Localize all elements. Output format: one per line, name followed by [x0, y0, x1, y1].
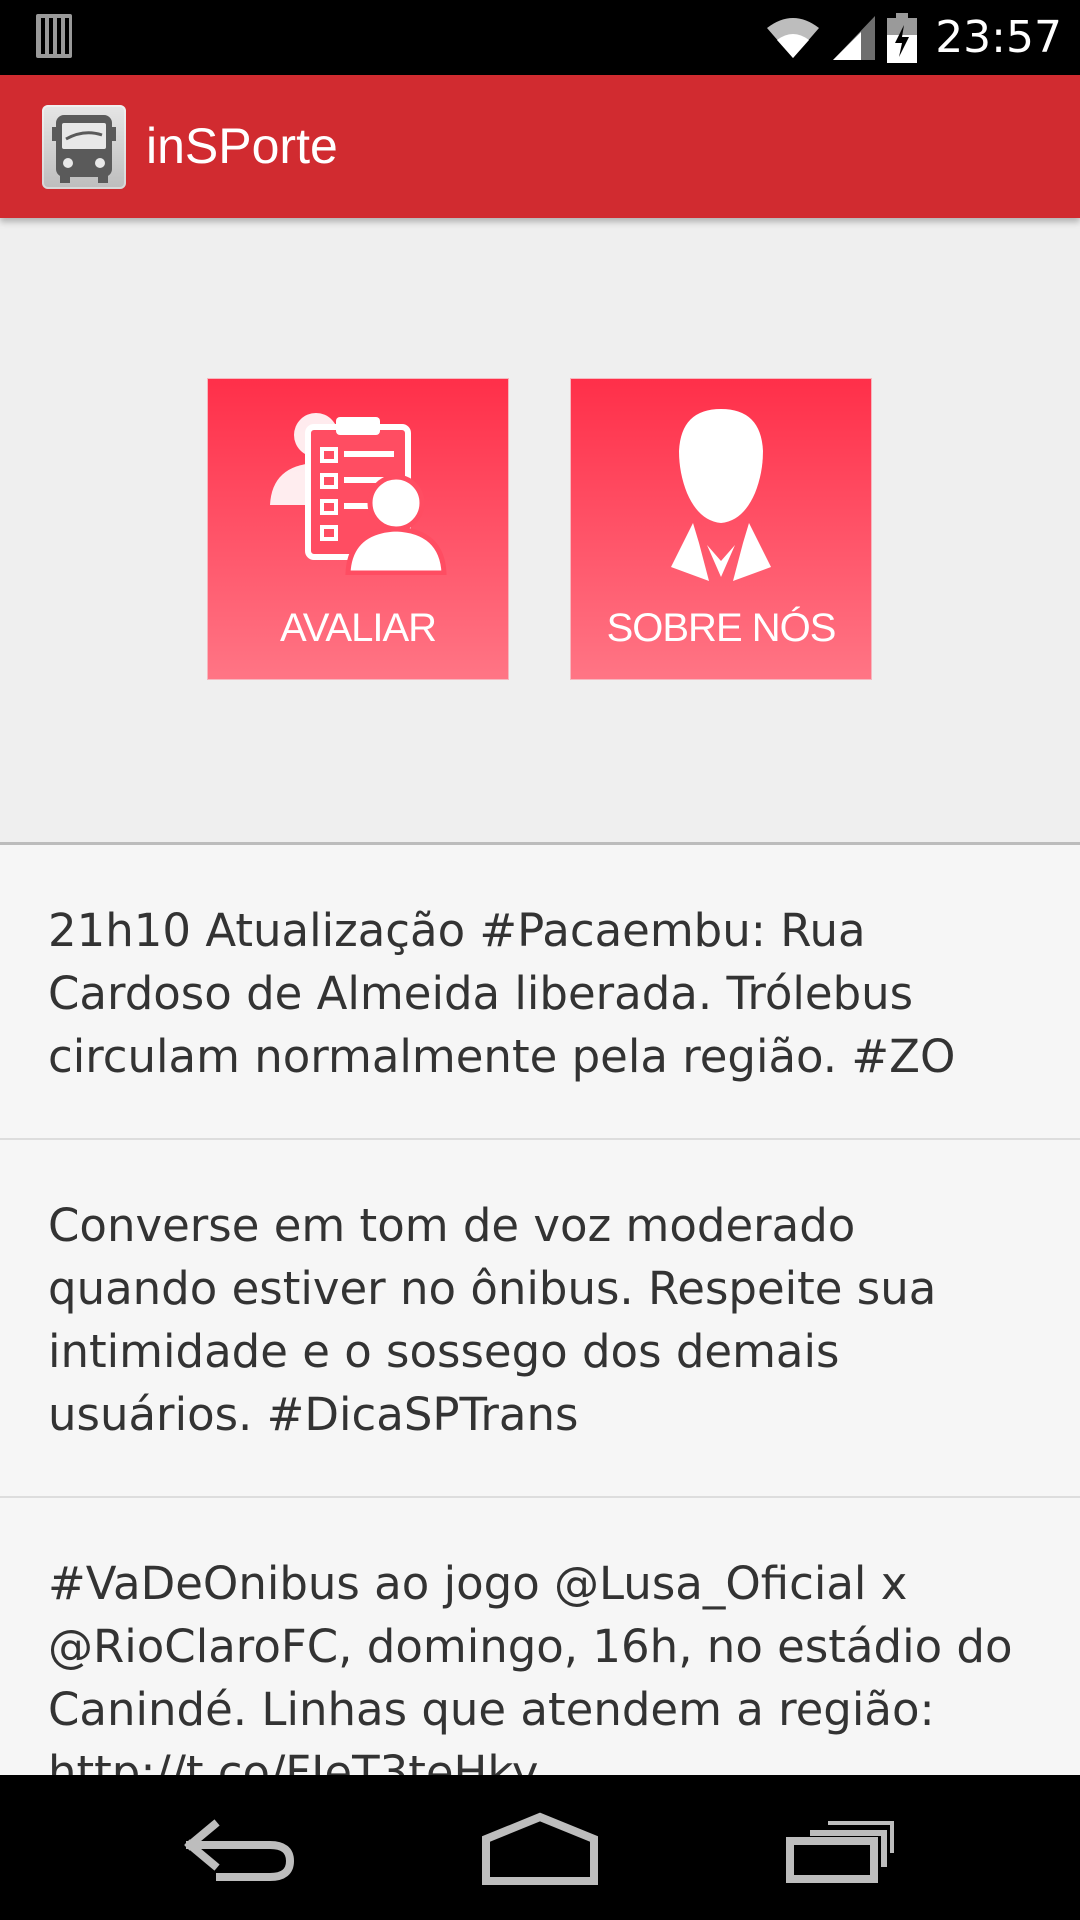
bus-app-icon[interactable] — [42, 105, 126, 189]
clipboard-people-icon — [270, 413, 447, 575]
sobre-nos-button[interactable]: SOBRE NÓS — [570, 378, 872, 680]
status-time: 23:57 — [935, 12, 1062, 63]
battery-charging-icon — [887, 12, 918, 63]
recent-apps-icon[interactable] — [780, 1805, 900, 1890]
list-item[interactable]: Converse em tom de voz moderado quando e… — [0, 1140, 1080, 1498]
sobre-nos-label: SOBRE NÓS — [606, 606, 837, 650]
app-bar: inSPorte — [0, 75, 1080, 218]
status-icons: 23:57 — [765, 0, 1062, 75]
home-icon[interactable] — [480, 1805, 600, 1890]
navigation-bar — [0, 1775, 1080, 1920]
sim-card-icon — [36, 14, 72, 58]
list-item-text: 21h10 Atualização #Pacaembu: Rua Cardoso… — [48, 904, 956, 1083]
wifi-icon — [767, 17, 820, 58]
status-bar: 23:57 — [0, 0, 1080, 75]
back-icon[interactable] — [180, 1805, 300, 1890]
list-item-text: Converse em tom de voz moderado quando e… — [48, 1199, 937, 1441]
list-item[interactable]: #VaDeOnibus ao jogo @Lusa_Oficial x @Rio… — [0, 1498, 1080, 1775]
avaliar-label: AVALIAR — [279, 606, 437, 650]
avaliar-button[interactable]: AVALIAR — [207, 378, 509, 680]
list-item-text: #VaDeOnibus ao jogo @Lusa_Oficial x @Rio… — [48, 1557, 1013, 1775]
list-item[interactable]: 21h10 Atualização #Pacaembu: Rua Cardoso… — [0, 845, 1080, 1140]
cell-signal-icon — [833, 15, 876, 60]
screen: 23:57 inSPorte AVALIAR SOBRE NÓS 21h10 A… — [0, 0, 1080, 1920]
app-title: inSPorte — [146, 118, 338, 174]
news-feed[interactable]: 21h10 Atualização #Pacaembu: Rua Cardoso… — [0, 845, 1080, 1775]
menu-panel: AVALIAR SOBRE NÓS — [0, 218, 1080, 842]
person-suit-icon — [671, 409, 771, 581]
